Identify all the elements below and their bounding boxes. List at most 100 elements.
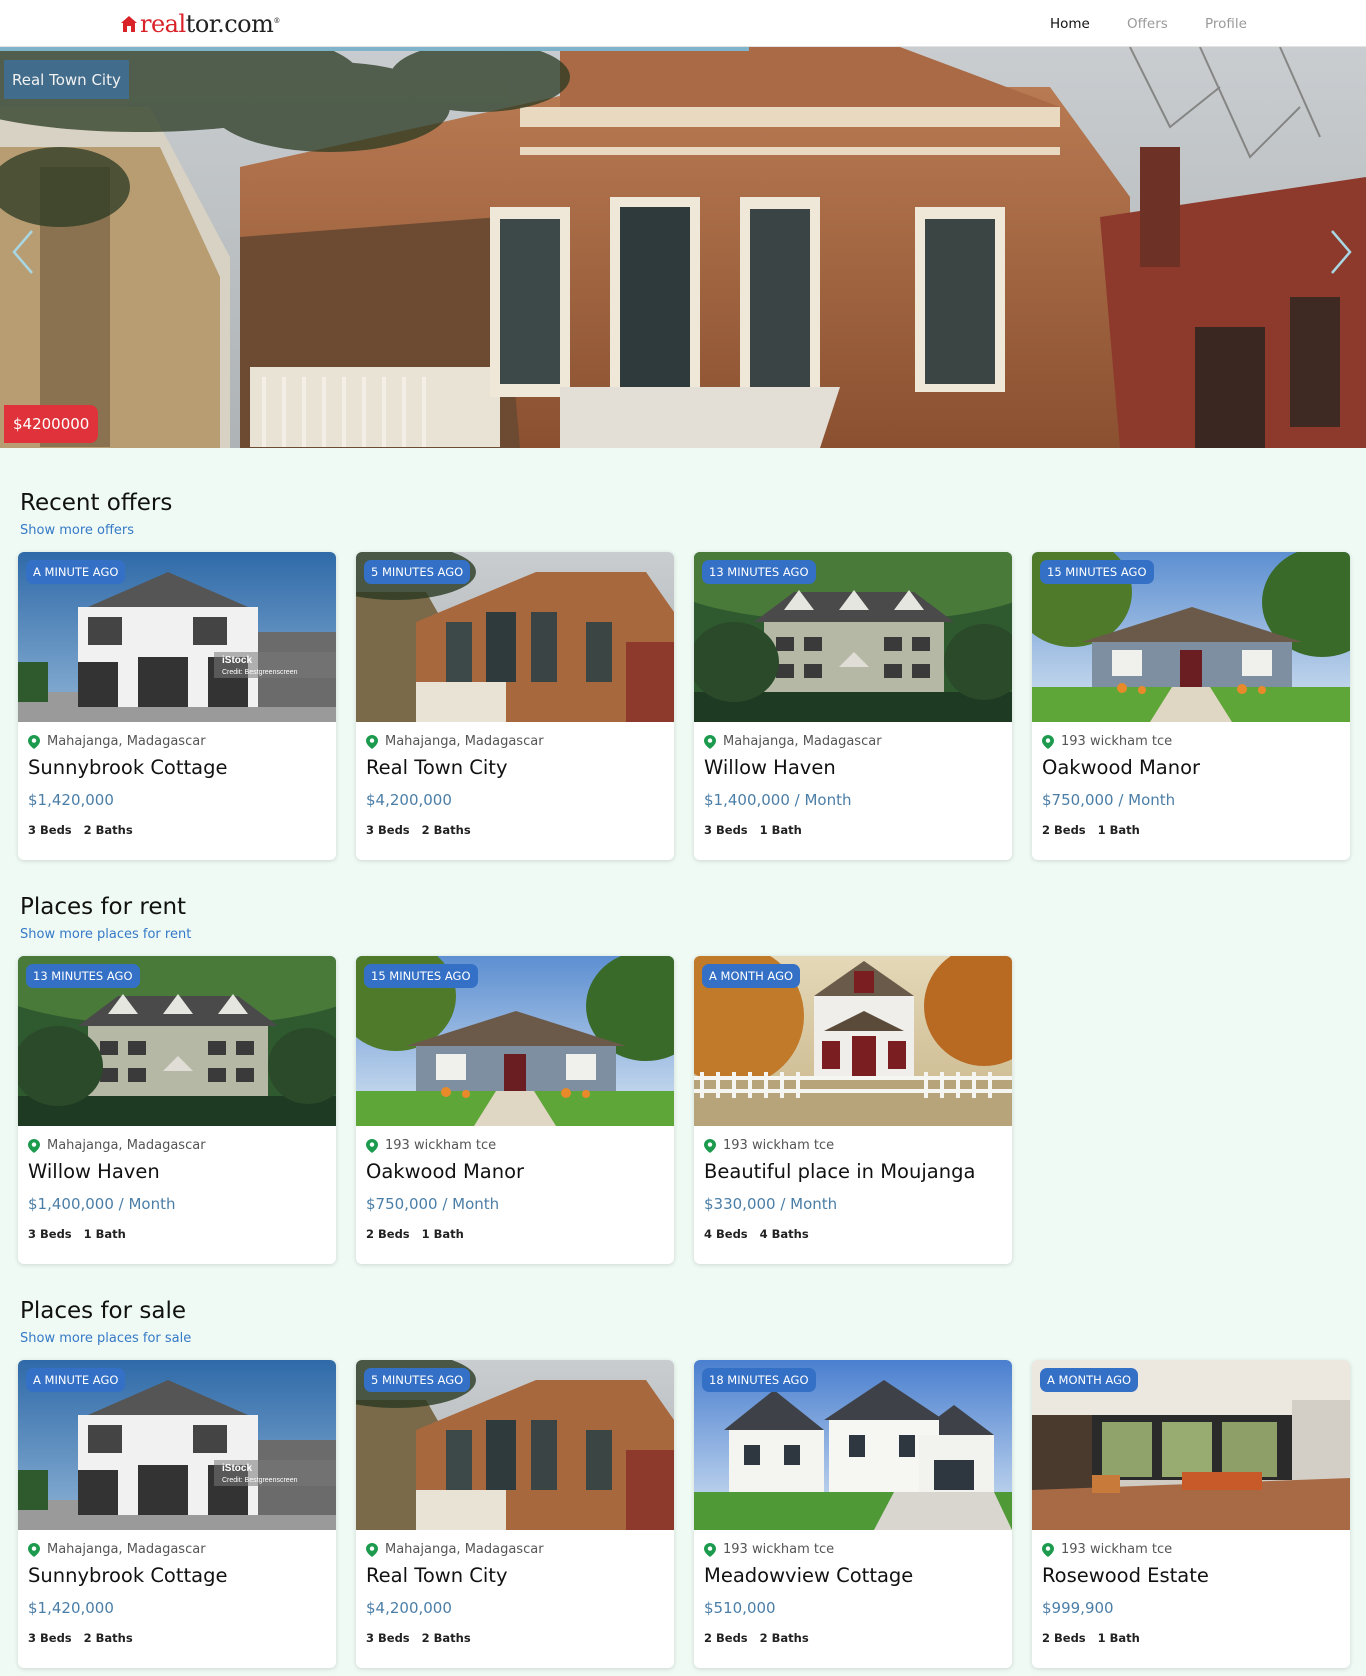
show-more-sale-link[interactable]: Show more places for sale <box>20 1331 191 1346</box>
property-location: Mahajanga, Madagascar <box>366 734 544 749</box>
property-name[interactable]: Sunnybrook Cottage <box>28 1564 227 1587</box>
hero-title-label: Real Town City <box>4 60 129 99</box>
property-card[interactable]: iStock Credit: Bestgreenscreen A MINUTE … <box>18 552 336 860</box>
show-more-rent-link[interactable]: Show more places for rent <box>20 927 191 942</box>
property-card[interactable]: 15 MINUTES AGO 193 wickham tce Oakwood M… <box>1032 552 1350 860</box>
property-specs: 4 Beds 4 Baths <box>704 1227 809 1241</box>
property-name[interactable]: Real Town City <box>366 756 508 779</box>
property-location: 193 wickham tce <box>704 1138 834 1153</box>
location-pin-icon <box>704 1138 716 1153</box>
istock-credit: Credit: Bestgreenscreen <box>222 1477 298 1484</box>
property-location: Mahajanga, Madagascar <box>704 734 882 749</box>
beds-count: 3 Beds <box>704 823 748 837</box>
location-text: Mahajanga, Madagascar <box>47 734 206 749</box>
property-name[interactable]: Rosewood Estate <box>1042 1564 1209 1587</box>
property-price: $1,400,000 / Month <box>28 1195 176 1213</box>
property-price: $330,000 / Month <box>704 1195 838 1213</box>
property-location: 193 wickham tce <box>1042 734 1172 749</box>
property-specs: 3 Beds 2 Baths <box>366 1631 471 1645</box>
time-ago-badge: A MINUTE AGO <box>26 560 126 584</box>
property-specs: 2 Beds 1 Bath <box>1042 1631 1140 1645</box>
nav-offers-link[interactable]: Offers <box>1127 16 1168 32</box>
property-name[interactable]: Oakwood Manor <box>366 1160 524 1183</box>
baths-count: 2 Baths <box>83 1631 133 1645</box>
property-card[interactable]: 13 MINUTES AGO Mahajanga, Madagascar Wil… <box>694 552 1012 860</box>
hero-carousel[interactable]: Real Town City $4200000 <box>0 47 1366 448</box>
location-pin-icon <box>704 734 716 749</box>
location-pin-icon <box>1042 734 1054 749</box>
property-card[interactable]: A MONTH AGO 193 wickham tce Rosewood Est… <box>1032 1360 1350 1668</box>
property-card[interactable]: 15 MINUTES AGO 193 wickham tce Oakwood M… <box>356 956 674 1264</box>
baths-count: 2 Baths <box>83 823 133 837</box>
property-name[interactable]: Oakwood Manor <box>1042 756 1200 779</box>
property-specs: 3 Beds 2 Baths <box>28 1631 133 1645</box>
logo-text-dark: tor.com <box>185 10 274 38</box>
time-ago-badge: 13 MINUTES AGO <box>702 560 816 584</box>
show-more-offers-link[interactable]: Show more offers <box>20 523 134 538</box>
realtor-logo[interactable]: realtor.com® <box>120 10 280 38</box>
beds-count: 3 Beds <box>366 823 410 837</box>
time-ago-badge: 15 MINUTES AGO <box>1040 560 1154 584</box>
property-location: 193 wickham tce <box>366 1138 496 1153</box>
location-text: Mahajanga, Madagascar <box>723 734 882 749</box>
nav-home-link[interactable]: Home <box>1050 16 1090 32</box>
property-card[interactable]: 13 MINUTES AGO Mahajanga, Madagascar Wil… <box>18 956 336 1264</box>
beds-count: 2 Beds <box>366 1227 410 1241</box>
baths-count: 2 Baths <box>421 1631 471 1645</box>
time-ago-badge: A MONTH AGO <box>702 964 801 988</box>
location-pin-icon <box>28 1138 40 1153</box>
places-for-rent-heading: Places for rent <box>20 894 187 920</box>
property-name[interactable]: Real Town City <box>366 1564 508 1587</box>
property-card[interactable]: iStock Credit: Bestgreenscreen A MINUTE … <box>18 1360 336 1668</box>
property-price: $4,200,000 <box>366 1599 452 1617</box>
location-pin-icon <box>704 1542 716 1557</box>
property-card[interactable]: 5 MINUTES AGO Mahajanga, Madagascar Real… <box>356 552 674 860</box>
property-location: 193 wickham tce <box>1042 1542 1172 1557</box>
logo-trademark: ® <box>273 17 280 25</box>
property-specs: 2 Beds 1 Bath <box>366 1227 464 1241</box>
location-pin-icon <box>366 1138 378 1153</box>
chevron-left-icon[interactable] <box>8 227 38 277</box>
property-name[interactable]: Meadowview Cottage <box>704 1564 913 1587</box>
location-text: 193 wickham tce <box>723 1542 835 1557</box>
chevron-right-icon[interactable] <box>1326 227 1356 277</box>
property-price: $1,420,000 <box>28 791 114 809</box>
location-pin-icon <box>366 1542 378 1557</box>
property-location: Mahajanga, Madagascar <box>28 1138 206 1153</box>
hero-price-badge: $4200000 <box>4 405 99 443</box>
time-ago-badge: 5 MINUTES AGO <box>364 560 471 584</box>
location-text: 193 wickham tce <box>723 1138 835 1153</box>
istock-watermark: iStock <box>222 1463 252 1474</box>
beds-count: 4 Beds <box>704 1227 748 1241</box>
property-price: $510,000 <box>704 1599 776 1617</box>
property-name[interactable]: Willow Haven <box>704 756 836 779</box>
time-ago-badge: 18 MINUTES AGO <box>702 1368 816 1392</box>
nav-profile-link[interactable]: Profile <box>1205 16 1247 32</box>
property-price: $4,200,000 <box>366 791 452 809</box>
property-card[interactable]: A MONTH AGO 193 wickham tce Beautiful pl… <box>694 956 1012 1264</box>
location-text: Mahajanga, Madagascar <box>47 1138 206 1153</box>
beds-count: 3 Beds <box>28 1631 72 1645</box>
baths-count: 2 Baths <box>421 823 471 837</box>
time-ago-badge: A MONTH AGO <box>1040 1368 1139 1392</box>
time-ago-badge: 15 MINUTES AGO <box>364 964 478 988</box>
beds-count: 2 Beds <box>704 1631 748 1645</box>
beds-count: 2 Beds <box>1042 823 1086 837</box>
beds-count: 3 Beds <box>28 1227 72 1241</box>
time-ago-badge: 5 MINUTES AGO <box>364 1368 471 1392</box>
property-name[interactable]: Sunnybrook Cottage <box>28 756 227 779</box>
hero-house-image <box>0 47 1366 448</box>
property-name[interactable]: Willow Haven <box>28 1160 160 1183</box>
property-name[interactable]: Beautiful place in Moujanga <box>704 1160 975 1183</box>
top-navbar: realtor.com® Home Offers Profile <box>0 0 1366 47</box>
property-specs: 2 Beds 1 Bath <box>1042 823 1140 837</box>
time-ago-badge: A MINUTE AGO <box>26 1368 126 1392</box>
property-location: Mahajanga, Madagascar <box>366 1542 544 1557</box>
property-price: $1,420,000 <box>28 1599 114 1617</box>
property-card[interactable]: 18 MINUTES AGO 193 wickham tce Meadowvie… <box>694 1360 1012 1668</box>
beds-count: 2 Beds <box>1042 1631 1086 1645</box>
baths-count: 1 Bath <box>1097 1631 1140 1645</box>
location-pin-icon <box>28 1542 40 1557</box>
location-pin-icon <box>1042 1542 1054 1557</box>
property-card[interactable]: 5 MINUTES AGO Mahajanga, Madagascar Real… <box>356 1360 674 1668</box>
